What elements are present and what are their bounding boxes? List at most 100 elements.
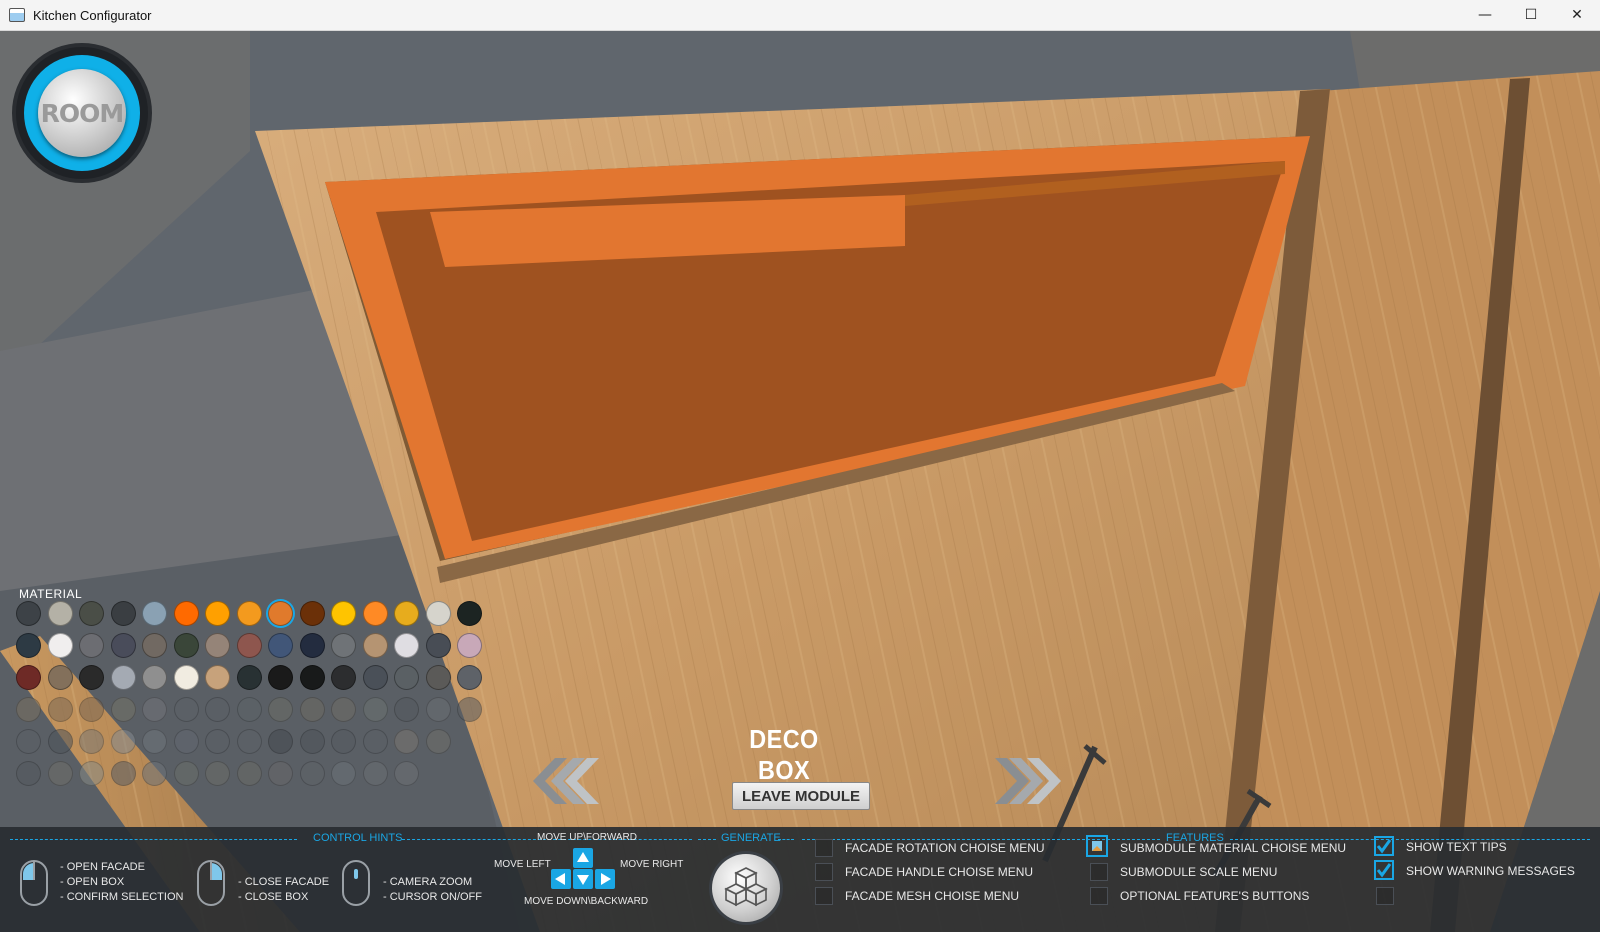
next-module-arrow-icon[interactable] xyxy=(995,758,1069,804)
material-swatch[interactable] xyxy=(142,633,167,658)
minimize-button[interactable]: — xyxy=(1462,0,1508,30)
material-swatch[interactable] xyxy=(236,761,262,786)
material-swatch[interactable] xyxy=(173,633,199,658)
material-swatch[interactable] xyxy=(236,601,262,626)
submodule-scale-checkbox[interactable] xyxy=(1090,863,1108,881)
material-swatch[interactable] xyxy=(173,601,199,626)
material-swatch[interactable] xyxy=(79,761,104,786)
previous-module-arrow-icon[interactable] xyxy=(525,758,599,804)
close-button[interactable]: ✕ xyxy=(1554,0,1600,30)
material-swatch[interactable] xyxy=(394,601,419,626)
material-swatch[interactable] xyxy=(268,665,293,690)
material-swatch[interactable] xyxy=(79,729,104,754)
material-swatch[interactable] xyxy=(268,601,293,626)
material-swatch[interactable] xyxy=(299,665,325,690)
material-swatch[interactable] xyxy=(394,729,419,754)
material-swatch[interactable] xyxy=(457,665,482,690)
material-swatch[interactable] xyxy=(299,633,325,658)
material-swatch[interactable] xyxy=(205,665,230,690)
material-swatch[interactable] xyxy=(205,601,230,626)
material-swatch[interactable] xyxy=(173,729,199,754)
material-swatch[interactable] xyxy=(110,729,136,754)
material-swatch[interactable] xyxy=(425,697,451,722)
material-swatch[interactable] xyxy=(331,601,356,626)
material-swatch[interactable] xyxy=(205,761,230,786)
material-swatch[interactable] xyxy=(110,697,136,722)
material-swatch[interactable] xyxy=(394,761,419,786)
material-swatch[interactable] xyxy=(79,633,104,658)
material-swatch[interactable] xyxy=(142,761,167,786)
leave-module-button[interactable]: LEAVE MODULE xyxy=(732,782,870,810)
material-swatch[interactable] xyxy=(142,729,167,754)
material-swatch[interactable] xyxy=(425,729,451,754)
material-swatch[interactable] xyxy=(268,761,293,786)
material-swatch[interactable] xyxy=(205,729,230,754)
material-swatch[interactable] xyxy=(362,761,388,786)
material-swatch[interactable] xyxy=(394,633,419,658)
material-swatch[interactable] xyxy=(331,697,356,722)
maximize-button[interactable]: ☐ xyxy=(1508,0,1554,30)
material-swatch[interactable] xyxy=(142,601,167,626)
extra-option-checkbox[interactable] xyxy=(1376,887,1394,905)
material-swatch[interactable] xyxy=(268,729,293,754)
material-swatch[interactable] xyxy=(457,697,482,722)
material-swatch[interactable] xyxy=(331,761,356,786)
material-swatch[interactable] xyxy=(331,665,356,690)
material-swatch[interactable] xyxy=(173,697,199,722)
material-swatch[interactable] xyxy=(110,633,136,658)
material-swatch[interactable] xyxy=(47,729,73,754)
material-swatch[interactable] xyxy=(47,697,73,722)
material-swatch[interactable] xyxy=(394,697,419,722)
material-swatch[interactable] xyxy=(299,729,325,754)
material-swatch[interactable] xyxy=(79,697,104,722)
material-swatch[interactable] xyxy=(425,665,451,690)
material-swatch[interactable] xyxy=(362,601,388,626)
material-swatch[interactable] xyxy=(142,697,167,722)
material-swatch[interactable] xyxy=(236,665,262,690)
material-swatch[interactable] xyxy=(47,761,73,786)
material-swatch[interactable] xyxy=(110,761,136,786)
show-warning-messages-checkbox[interactable] xyxy=(1374,860,1394,880)
material-swatch[interactable] xyxy=(205,633,230,658)
material-swatch[interactable] xyxy=(362,665,388,690)
material-swatch[interactable] xyxy=(47,665,73,690)
material-swatch[interactable] xyxy=(205,697,230,722)
facade-handle-checkbox[interactable] xyxy=(815,863,833,881)
material-swatch[interactable] xyxy=(16,697,41,722)
material-swatch[interactable] xyxy=(16,729,41,754)
material-swatch[interactable] xyxy=(173,665,199,690)
material-swatch[interactable] xyxy=(16,761,41,786)
material-swatch[interactable] xyxy=(142,665,167,690)
material-swatch[interactable] xyxy=(110,601,136,626)
material-swatch[interactable] xyxy=(236,697,262,722)
material-swatch[interactable] xyxy=(268,697,293,722)
material-swatch[interactable] xyxy=(47,601,73,626)
material-swatch[interactable] xyxy=(425,633,451,658)
material-swatch[interactable] xyxy=(236,729,262,754)
material-swatch[interactable] xyxy=(331,633,356,658)
material-swatch[interactable] xyxy=(236,633,262,658)
material-swatch[interactable] xyxy=(47,633,73,658)
facade-rotation-checkbox[interactable] xyxy=(815,839,833,857)
material-swatch[interactable] xyxy=(362,633,388,658)
material-swatch[interactable] xyxy=(299,601,325,626)
material-swatch[interactable] xyxy=(79,665,104,690)
material-swatch[interactable] xyxy=(173,761,199,786)
material-swatch[interactable] xyxy=(457,633,482,658)
material-swatch[interactable] xyxy=(16,633,41,658)
material-swatch[interactable] xyxy=(299,697,325,722)
room-button[interactable]: ROOM xyxy=(12,43,152,183)
material-swatch[interactable] xyxy=(425,601,451,626)
material-swatch[interactable] xyxy=(79,601,104,626)
material-swatch[interactable] xyxy=(394,665,419,690)
material-swatch[interactable] xyxy=(299,761,325,786)
material-swatch[interactable] xyxy=(331,729,356,754)
show-text-tips-checkbox[interactable] xyxy=(1374,836,1394,856)
material-swatch[interactable] xyxy=(16,665,41,690)
submodule-material-checkbox[interactable] xyxy=(1086,835,1108,857)
material-swatch[interactable] xyxy=(362,697,388,722)
material-swatch[interactable] xyxy=(110,665,136,690)
facade-mesh-checkbox[interactable] xyxy=(815,887,833,905)
material-swatch[interactable] xyxy=(268,633,293,658)
material-swatch[interactable] xyxy=(16,601,41,626)
